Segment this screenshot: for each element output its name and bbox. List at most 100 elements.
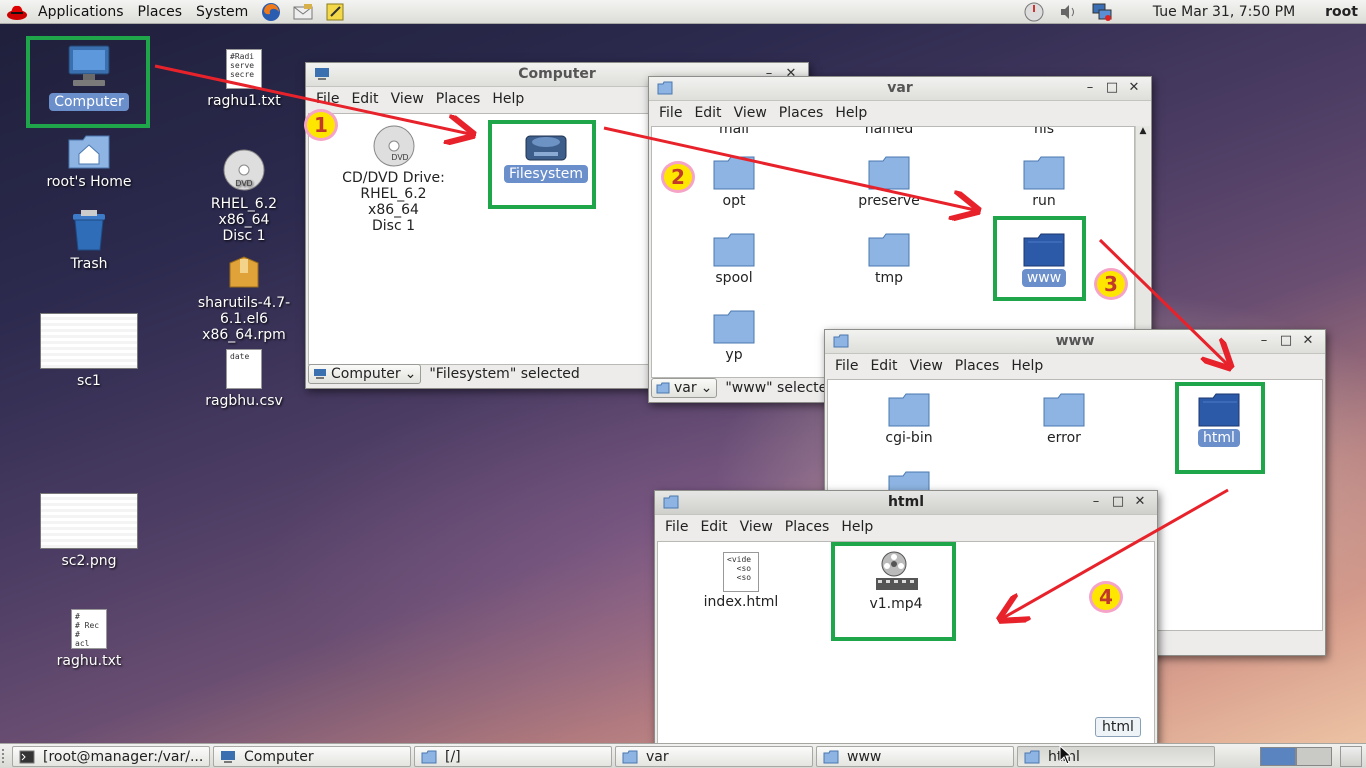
folder-small-icon	[823, 750, 839, 763]
desktop-trash-label: Trash	[70, 256, 108, 272]
desktop-rhel-label-1: RHEL_6.2 x86_64	[210, 196, 278, 228]
notes-icon[interactable]	[324, 2, 346, 22]
menu-view[interactable]: View	[728, 105, 773, 121]
highlight-box-filesystem	[488, 120, 596, 209]
folder-icon	[1023, 156, 1065, 190]
volume-icon[interactable]	[1056, 1, 1080, 23]
desktop-trash[interactable]: Trash	[29, 208, 149, 272]
folder-spool[interactable]: spool	[679, 230, 789, 286]
firefox-icon[interactable]	[260, 2, 282, 22]
desktop-raghu-txt[interactable]: # # Rec # acl raghu.txt	[29, 609, 149, 669]
menu-help[interactable]: Help	[1005, 358, 1049, 374]
desktop-sc2[interactable]: sc2.png	[29, 493, 149, 569]
places-menu[interactable]: Places	[131, 0, 190, 24]
bottom-panel: [root@manager:/var/... Computer [/] var …	[0, 743, 1366, 768]
workspace-1[interactable]	[1260, 747, 1296, 766]
menu-file[interactable]: File	[653, 105, 688, 121]
html-titlebar[interactable]: html – □ ✕	[655, 491, 1157, 515]
desktop-home[interactable]: root's Home	[29, 132, 149, 190]
menu-help[interactable]: Help	[835, 519, 879, 535]
folder-nis-partial[interactable]: nis	[989, 127, 1099, 137]
location-combo-label: var	[674, 380, 697, 396]
svg-text:DVD: DVD	[236, 179, 253, 188]
menu-file[interactable]: File	[659, 519, 694, 535]
folder-opt[interactable]: opt	[679, 153, 789, 209]
minimize-button[interactable]: –	[1079, 80, 1101, 95]
folder-cgi-bin[interactable]: cgi-bin	[854, 390, 964, 446]
location-combo[interactable]: var ⌄	[651, 378, 718, 398]
workspace-2[interactable]	[1296, 747, 1332, 766]
clock[interactable]: Tue Mar 31, 7:50 PM	[1153, 4, 1295, 20]
close-button[interactable]: ✕	[1123, 80, 1145, 95]
desktop-sharutils-rpm[interactable]: sharutils-4.7-6.1.el6 x86_64.rpm	[176, 253, 312, 343]
desktop-ragbhu-csv[interactable]: date ragbhu.csv	[184, 349, 304, 409]
menu-file[interactable]: File	[829, 358, 864, 374]
task-terminal[interactable]: [root@manager:/var/...	[12, 746, 210, 767]
folder-error[interactable]: error	[1009, 390, 1119, 446]
close-button[interactable]: ✕	[1297, 333, 1319, 348]
redhat-logo-icon[interactable]	[6, 3, 28, 21]
menu-places[interactable]: Places	[430, 91, 487, 107]
task-www[interactable]: www	[816, 746, 1014, 767]
network-icon[interactable]	[1090, 1, 1114, 23]
maximize-button[interactable]: □	[1107, 494, 1129, 509]
minimize-button[interactable]: –	[1085, 494, 1107, 509]
desktop-raghu1-label: raghu1.txt	[207, 93, 281, 109]
menu-view[interactable]: View	[904, 358, 949, 374]
folder-yp[interactable]: yp	[679, 307, 789, 363]
folder-run[interactable]: run	[989, 153, 1099, 209]
menu-places[interactable]: Places	[949, 358, 1006, 374]
folder-label: yp	[725, 347, 743, 363]
menu-edit[interactable]: Edit	[688, 105, 727, 121]
dvd-drive-item[interactable]: DVD CD/DVD Drive: RHEL_6.2 x86_64 Disc 1	[336, 124, 451, 234]
task-computer[interactable]: Computer	[213, 746, 411, 767]
user-name[interactable]: root	[1325, 4, 1358, 20]
location-combo[interactable]: Computer ⌄	[308, 364, 422, 384]
folder-icon	[713, 233, 755, 267]
applications-menu[interactable]: Applications	[31, 0, 131, 24]
maximize-button[interactable]: □	[1101, 80, 1123, 95]
folder-mail-partial[interactable]: mail	[679, 127, 789, 137]
menu-places[interactable]: Places	[773, 105, 830, 121]
menu-edit[interactable]: Edit	[345, 91, 384, 107]
minimize-button[interactable]: –	[1253, 333, 1275, 348]
menu-help[interactable]: Help	[486, 91, 530, 107]
menu-edit[interactable]: Edit	[694, 519, 733, 535]
www-titlebar[interactable]: www – □ ✕	[825, 330, 1325, 354]
task-var[interactable]: var	[615, 746, 813, 767]
task-label: var	[646, 748, 669, 765]
scroll-up-icon[interactable]: ▲	[1136, 126, 1150, 136]
folder-icon	[868, 233, 910, 267]
task-html[interactable]: html	[1017, 746, 1215, 767]
folder-icon	[1043, 393, 1085, 427]
menu-view[interactable]: View	[385, 91, 430, 107]
close-button[interactable]: ✕	[1129, 494, 1151, 509]
email-icon[interactable]	[292, 2, 314, 22]
menu-places[interactable]: Places	[779, 519, 836, 535]
menu-view[interactable]: View	[734, 519, 779, 535]
var-titlebar[interactable]: var – □ ✕	[649, 77, 1151, 101]
folder-named-partial[interactable]: named	[834, 127, 944, 137]
task-label: www	[847, 748, 882, 765]
task-root-folder[interactable]: [/]	[414, 746, 612, 767]
step-badge-1: 1	[304, 109, 338, 141]
desktop-sc1[interactable]: sc1	[29, 313, 149, 389]
dvd-icon: DVD	[373, 125, 414, 167]
trash-applet-icon[interactable]	[1340, 746, 1362, 767]
location-combo-label: Computer	[331, 366, 401, 382]
desktop-rhel-disc[interactable]: DVD RHEL_6.2 x86_64 Disc 1	[184, 148, 304, 244]
menu-edit[interactable]: Edit	[864, 358, 903, 374]
file-index-html[interactable]: <vide <so <so index.html	[686, 552, 796, 610]
folder-label: run	[1032, 193, 1056, 209]
folder-preserve[interactable]: preserve	[834, 153, 944, 209]
file-label: index.html	[703, 594, 779, 610]
folder-tmp[interactable]: tmp	[834, 230, 944, 286]
desktop-raghu1-txt[interactable]: #Radi serve secre raghu1.txt	[184, 49, 304, 109]
system-menu[interactable]: System	[189, 0, 255, 24]
maximize-button[interactable]: □	[1275, 333, 1297, 348]
power-icon[interactable]	[1022, 1, 1046, 23]
computer-icon-view[interactable]: DVD CD/DVD Drive: RHEL_6.2 x86_64 Disc 1…	[308, 113, 650, 365]
menu-file[interactable]: File	[310, 91, 345, 107]
html-file-icon: <vide <so <so	[723, 552, 759, 592]
menu-help[interactable]: Help	[829, 105, 873, 121]
